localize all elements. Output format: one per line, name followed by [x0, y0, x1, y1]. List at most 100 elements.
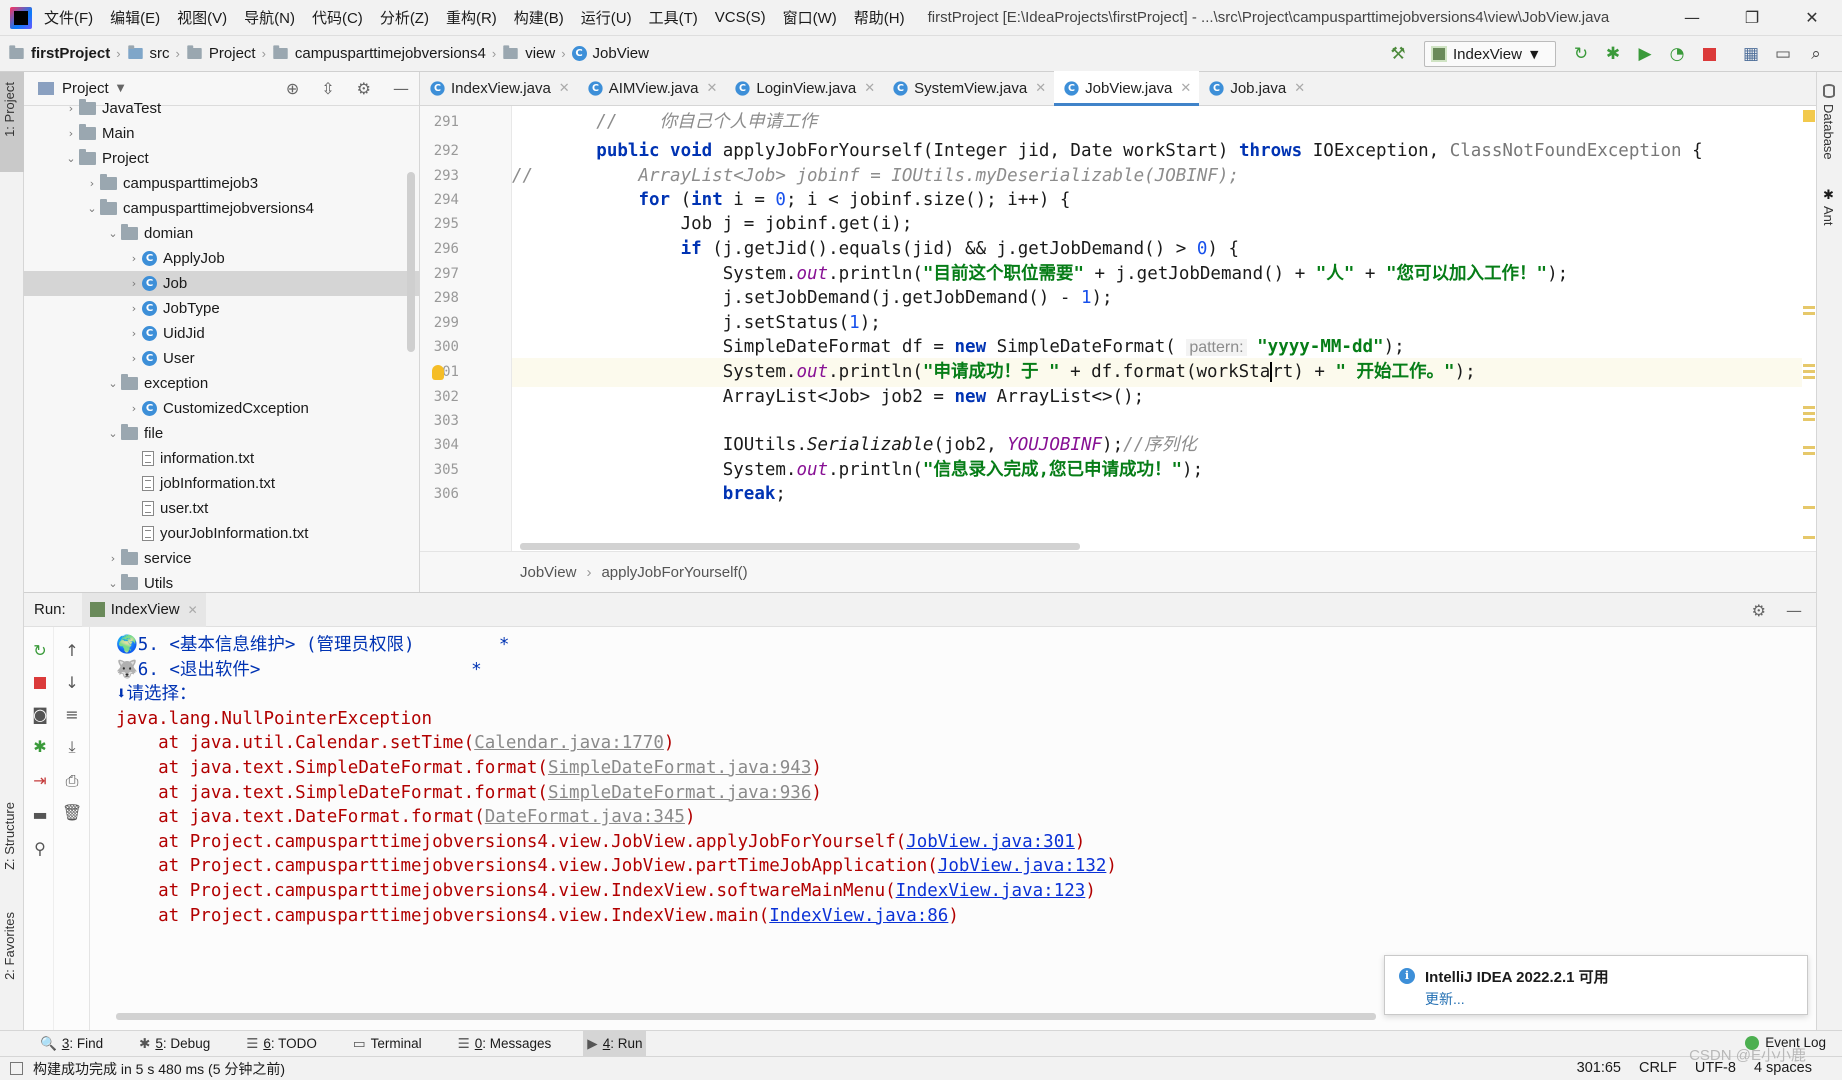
arrow-up-icon[interactable]: ↑ — [62, 641, 82, 661]
line-number[interactable]: 296 — [419, 241, 459, 257]
menu-item[interactable]: 工具(T) — [649, 7, 698, 28]
close-icon[interactable]: ✕ — [706, 81, 717, 96]
editor-tab[interactable]: C SystemView.java ✕ — [883, 71, 1054, 105]
project-tree-scrollbar[interactable] — [407, 172, 415, 352]
project-structure-icon[interactable]: ▦ — [1741, 44, 1761, 64]
run-tab-indexview[interactable]: IndexView ✕ — [81, 592, 206, 627]
profile-icon[interactable]: ◔ — [1667, 44, 1687, 64]
exit-icon[interactable]: ⇥ — [30, 771, 50, 791]
tree-node[interactable]: ⌄ Project — [24, 146, 419, 171]
restore-button[interactable]: ❐ — [1722, 0, 1782, 36]
scroll-to-end-icon[interactable]: ⤓ — [62, 737, 82, 757]
project-panel-title[interactable]: Project — [62, 80, 109, 97]
menu-item[interactable]: 文件(F) — [44, 7, 93, 28]
tree-node[interactable]: information.txt — [24, 446, 419, 471]
layout-icon[interactable]: ▬ — [30, 805, 50, 825]
project-tool-tab[interactable]: 1: Project — [2, 82, 17, 137]
line-number[interactable]: 304 — [419, 437, 459, 453]
chevron-right-icon[interactable]: › — [126, 402, 142, 415]
tree-node[interactable]: › C ApplyJob — [24, 246, 419, 271]
cursor-position[interactable]: 301:65 — [1577, 1060, 1621, 1076]
hide-icon[interactable]: — — [1786, 601, 1802, 620]
stack-trace-link[interactable]: Calendar.java:1770 — [474, 733, 664, 753]
database-tool-tab[interactable]: Database — [1821, 104, 1836, 160]
chevron-down-icon[interactable]: ⌄ — [105, 577, 121, 590]
close-icon[interactable]: ✕ — [1035, 81, 1046, 96]
tool-tab[interactable]: ☰ 0: Messages — [454, 1031, 556, 1057]
chevron-right-icon[interactable]: › — [105, 552, 121, 565]
line-number[interactable]: 293 — [419, 168, 459, 184]
chevron-down-icon[interactable]: ▼ — [117, 83, 125, 94]
stack-trace-link[interactable]: SimpleDateFormat.java:943 — [548, 758, 811, 778]
tree-node[interactable]: ⌄ domian — [24, 221, 419, 246]
run-with-coverage-icon[interactable]: ▶ — [1635, 44, 1655, 64]
close-icon[interactable]: ✕ — [1180, 81, 1191, 96]
editor-tab[interactable]: C Job.java ✕ — [1199, 71, 1313, 105]
tree-node[interactable]: › C UidJid — [24, 321, 419, 346]
tree-node[interactable]: › service — [24, 546, 419, 571]
tree-node[interactable]: › JavaTest — [24, 96, 419, 121]
editor-tab[interactable]: C JobView.java ✕ — [1054, 71, 1200, 106]
stack-trace-link[interactable]: JobView.java:301 — [906, 832, 1075, 852]
rerun-icon[interactable]: ↻ — [1571, 44, 1591, 64]
tree-node[interactable]: › C JobType — [24, 296, 419, 321]
breadcrumb-package-versions4[interactable]: campusparttimejobversions4 — [295, 45, 486, 62]
stack-trace-link[interactable]: IndexView.java:123 — [896, 881, 1086, 901]
menu-item[interactable]: 编辑(E) — [110, 7, 160, 28]
editor-tab[interactable]: C AIMView.java ✕ — [578, 71, 726, 105]
breadcrumb-project[interactable]: firstProject — [31, 45, 110, 62]
tree-node[interactable]: › C Job — [24, 271, 419, 296]
line-separator[interactable]: CRLF — [1639, 1060, 1677, 1076]
chevron-down-icon[interactable]: ⌄ — [105, 427, 121, 440]
stack-trace-link[interactable]: DateFormat.java:345 — [485, 807, 685, 827]
line-number[interactable]: 302 — [419, 389, 459, 405]
tree-node[interactable]: › Main — [24, 121, 419, 146]
close-icon[interactable]: ✕ — [188, 603, 198, 617]
tool-tab[interactable]: ✱ 5: Debug — [135, 1031, 214, 1057]
build-hammer-icon[interactable]: ⚒ — [1388, 44, 1408, 64]
menu-item[interactable]: 视图(V) — [177, 7, 227, 28]
debug-icon[interactable]: ✱ — [30, 737, 50, 757]
favorites-tool-tab[interactable]: 2: Favorites — [2, 912, 17, 980]
tree-node[interactable]: jobInformation.txt — [24, 471, 419, 496]
chevron-right-icon[interactable]: › — [126, 302, 142, 315]
chevron-right-icon[interactable]: › — [126, 327, 142, 340]
menu-item[interactable]: 代码(C) — [312, 7, 363, 28]
breadcrumb-class-jobview[interactable]: JobView — [593, 45, 649, 62]
menu-item[interactable]: 运行(U) — [581, 7, 632, 28]
status-toggle-icon[interactable] — [10, 1062, 23, 1075]
menu-item[interactable]: 构建(B) — [514, 7, 564, 28]
chevron-right-icon[interactable]: › — [63, 127, 79, 140]
console-output[interactable]: 🌍5. <基本信息维护> (管理员权限) * 🐺6. <退出软件> * ⬇请选择： j… — [116, 627, 1806, 1007]
intention-bulb-icon[interactable] — [432, 365, 444, 380]
print-icon[interactable]: ⎙ — [62, 771, 82, 791]
line-number[interactable]: 306 — [419, 486, 459, 502]
arrow-down-icon[interactable]: ↓ — [62, 673, 82, 693]
search-icon[interactable]: ⌕ — [1806, 44, 1826, 64]
run-configuration-select[interactable]: IndexView ▼ — [1424, 41, 1556, 67]
editor-tab[interactable]: C IndexView.java ✕ — [420, 71, 578, 105]
breadcrumb-package-view[interactable]: view — [525, 45, 555, 62]
close-icon[interactable]: ✕ — [1294, 81, 1305, 96]
tree-node[interactable]: ⌄ file — [24, 421, 419, 446]
line-number[interactable]: 300 — [419, 339, 459, 355]
stop-icon[interactable] — [30, 674, 50, 694]
code-area[interactable]: // 你自己个人申请工作 public void applyJobForYour… — [512, 106, 1802, 551]
close-icon[interactable]: ✕ — [559, 81, 570, 96]
tree-node[interactable]: › campusparttimejob3 — [24, 171, 419, 196]
rerun-icon[interactable]: ↻ — [30, 641, 50, 661]
tree-node[interactable]: user.txt — [24, 496, 419, 521]
line-number[interactable]: 292 — [419, 143, 459, 159]
chevron-down-icon[interactable]: ⌄ — [105, 227, 121, 240]
tool-tab[interactable]: ▭ Terminal — [349, 1031, 426, 1057]
breadcrumb-package-project[interactable]: Project — [209, 45, 256, 62]
line-number[interactable]: 294 — [419, 192, 459, 208]
tree-node[interactable]: yourJobInformation.txt — [24, 521, 419, 546]
chevron-right-icon[interactable]: › — [126, 352, 142, 365]
menu-item[interactable]: 导航(N) — [244, 7, 295, 28]
ant-tool-tab[interactable]: Ant — [1821, 206, 1836, 226]
structure-tool-tab[interactable]: Z: Structure — [2, 802, 17, 870]
line-number[interactable]: 305 — [419, 462, 459, 478]
breadcrumb-src[interactable]: src — [150, 45, 170, 62]
close-window-button[interactable]: ✕ — [1782, 0, 1842, 36]
